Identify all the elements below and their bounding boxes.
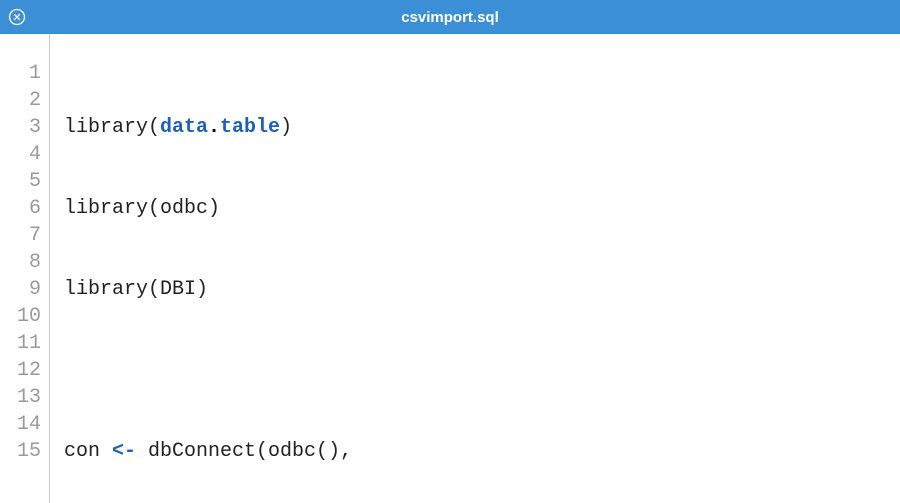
- code-line: library(odbc): [64, 195, 900, 222]
- titlebar: csvimport.sql: [0, 0, 900, 34]
- close-button[interactable]: [0, 0, 34, 34]
- line-number: 2: [0, 87, 49, 114]
- code-line: [64, 357, 900, 384]
- close-icon: [7, 7, 27, 27]
- line-number: 8: [0, 249, 49, 276]
- code-line: con <- dbConnect(odbc(),: [64, 438, 900, 465]
- line-number: 10: [0, 303, 49, 330]
- line-number: 15: [0, 438, 49, 465]
- line-number: 6: [0, 195, 49, 222]
- line-number: 7: [0, 222, 49, 249]
- line-number: 11: [0, 330, 49, 357]
- line-number: 3: [0, 114, 49, 141]
- line-number: 13: [0, 384, 49, 411]
- code-line: library(DBI): [64, 276, 900, 303]
- file-title: csvimport.sql: [0, 9, 900, 26]
- editor: 1 2 3 4 5 6 7 8 9 10 11 12 13 14 15 libr…: [0, 34, 900, 503]
- line-number: 12: [0, 357, 49, 384]
- line-number: 14: [0, 411, 49, 438]
- line-number: 1: [0, 60, 49, 87]
- line-number-gutter: 1 2 3 4 5 6 7 8 9 10 11 12 13 14 15: [0, 34, 50, 503]
- code-line: library(data.table): [64, 114, 900, 141]
- line-number: 5: [0, 168, 49, 195]
- line-number: 4: [0, 141, 49, 168]
- line-number: 9: [0, 276, 49, 303]
- code-area[interactable]: library(data.table) library(odbc) librar…: [50, 34, 900, 503]
